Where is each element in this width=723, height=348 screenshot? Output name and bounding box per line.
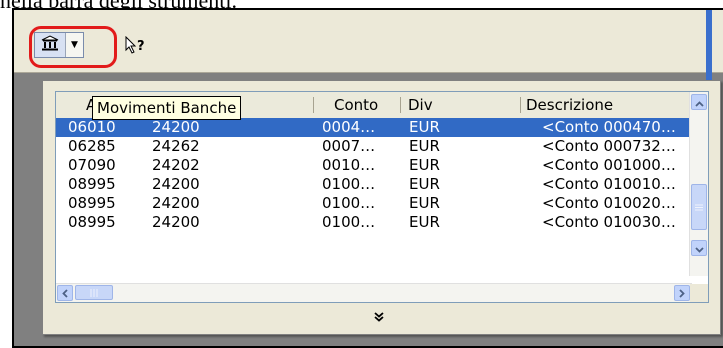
row-cell-div: EUR — [409, 137, 440, 155]
row-cell-abi: 06010 — [68, 118, 116, 136]
row-cell-conto: 0010… — [322, 156, 376, 174]
row-cell-descrizione: <Conto 000470… — [542, 118, 676, 136]
column-separator[interactable] — [313, 97, 314, 113]
scroll-corner — [690, 284, 708, 302]
row-cell-cab: 24200 — [152, 194, 200, 212]
column-header-div[interactable]: Div — [402, 92, 512, 118]
row-cell-descrizione: <Conto 010030… — [542, 213, 676, 231]
row-cell-descrizione: <Conto 000732… — [542, 137, 676, 155]
toolbar: ▼ ? — [14, 10, 723, 80]
row-cell-abi: 08995 — [68, 175, 116, 193]
column-separator[interactable] — [400, 97, 401, 113]
table-row[interactable]: 08995 24200 0100… EUR <Conto 010030… — [56, 213, 692, 232]
app-window: ▼ ? A Conto Div Descrizione — [12, 8, 723, 348]
row-cell-descrizione: <Conto 001000… — [542, 156, 676, 174]
column-header-conto[interactable]: Conto — [320, 92, 400, 118]
scroll-up-icon — [694, 93, 704, 111]
vertical-scroll-thumb[interactable] — [691, 184, 707, 230]
scroll-right-icon — [679, 284, 685, 302]
vertical-scrollbar[interactable] — [689, 92, 708, 276]
row-cell-cab: 24262 — [152, 137, 200, 155]
row-cell-cab: 24200 — [152, 175, 200, 193]
scroll-right-button[interactable] — [674, 285, 690, 301]
table-row[interactable]: 08995 24200 0100… EUR <Conto 010010… — [56, 175, 692, 194]
row-cell-conto: 0100… — [322, 194, 376, 212]
row-cell-conto: 0100… — [322, 213, 376, 231]
scroll-down-button[interactable] — [691, 240, 707, 256]
table-row[interactable]: 07090 24202 0010… EUR <Conto 001000… — [56, 156, 692, 175]
row-cell-cab: 24200 — [152, 213, 200, 231]
scroll-up-button[interactable] — [691, 94, 707, 110]
column-header-descrizione[interactable]: Descrizione — [522, 92, 682, 118]
row-cell-conto: 0004… — [322, 118, 376, 136]
table-row[interactable]: 08995 24200 0100… EUR <Conto 010020… — [56, 194, 692, 213]
double-chevron-down-icon — [374, 307, 384, 326]
table-row[interactable]: 06285 24262 0007… EUR <Conto 000732… — [56, 137, 692, 156]
row-cell-div: EUR — [409, 118, 440, 136]
row-cell-descrizione: <Conto 010020… — [542, 194, 676, 212]
row-cell-conto: 0007… — [322, 137, 376, 155]
column-separator[interactable] — [520, 97, 521, 113]
help-pointer-button[interactable]: ? — [122, 35, 152, 58]
horizontal-scroll-thumb[interactable] — [75, 285, 113, 300]
row-cell-cab: 24200 — [152, 118, 200, 136]
row-cell-abi: 07090 — [68, 156, 116, 174]
help-pointer-icon: ? — [124, 35, 150, 58]
scroll-down-icon — [694, 239, 704, 257]
table-row[interactable]: 06010 24200 0004… EUR <Conto 000470… — [56, 118, 692, 137]
red-highlight-outline — [29, 26, 117, 68]
horizontal-scrollbar[interactable] — [56, 283, 692, 302]
row-cell-abi: 08995 — [68, 213, 116, 231]
svg-text:?: ? — [137, 39, 145, 54]
window-edge — [706, 10, 712, 80]
row-cell-abi: 08995 — [68, 194, 116, 212]
row-cell-cab: 24202 — [152, 156, 200, 174]
row-cell-div: EUR — [409, 213, 440, 231]
expand-button[interactable] — [369, 308, 389, 324]
scroll-left-button[interactable] — [57, 285, 73, 301]
row-cell-conto: 0100… — [322, 175, 376, 193]
row-cell-descrizione: <Conto 010010… — [542, 175, 676, 193]
row-cell-div: EUR — [409, 194, 440, 212]
row-cell-div: EUR — [409, 175, 440, 193]
list-rows: 06010 24200 0004… EUR <Conto 000470… 062… — [56, 118, 692, 232]
scroll-left-icon — [62, 284, 68, 302]
tooltip: Movimenti Banche — [92, 96, 242, 120]
bank-accounts-list: A Conto Div Descrizione 06010 24200 0004… — [55, 91, 709, 303]
row-cell-abi: 06285 — [68, 137, 116, 155]
row-cell-div: EUR — [409, 156, 440, 174]
